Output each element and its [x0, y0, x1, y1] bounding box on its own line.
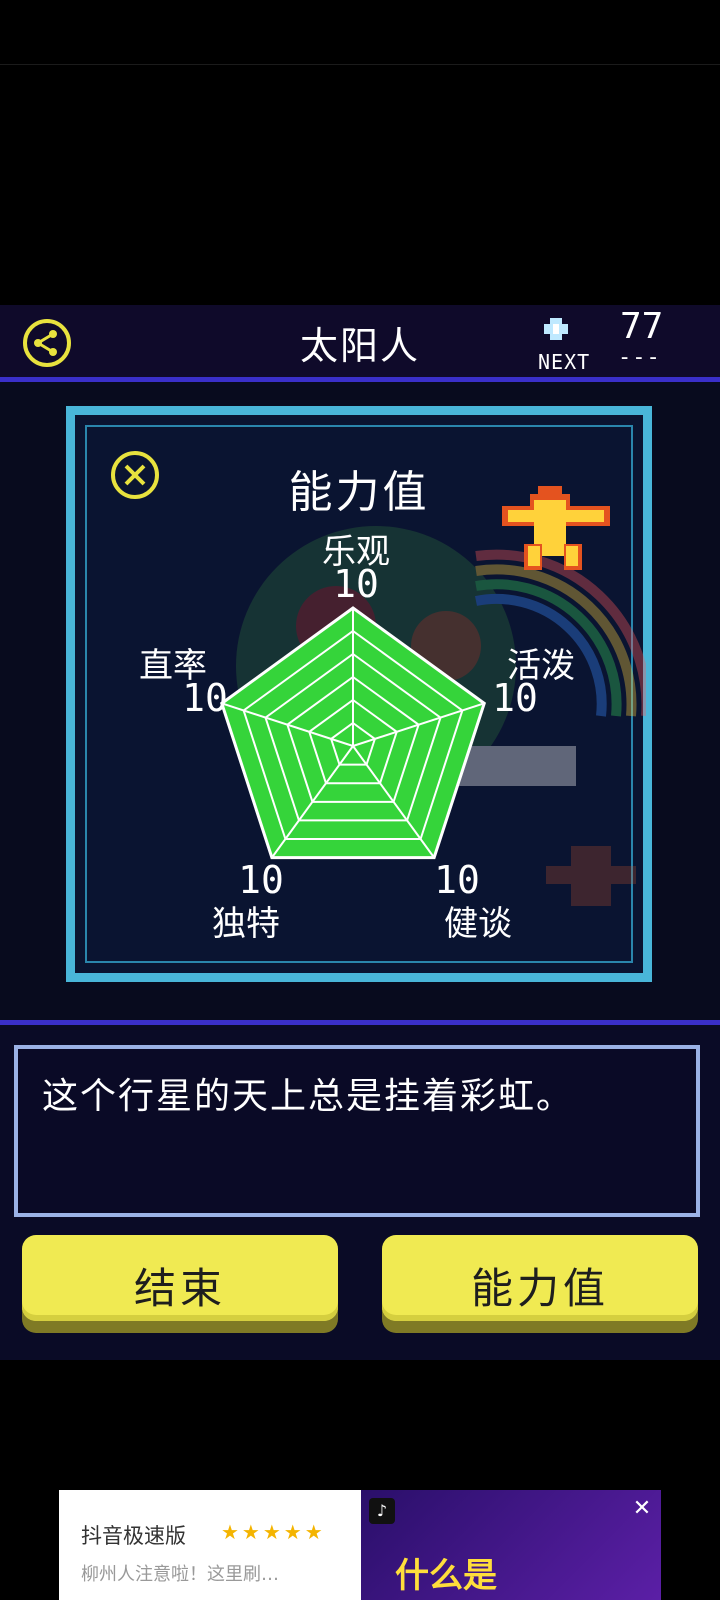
remaining-count: 77: [620, 306, 664, 347]
count-placeholder: ---: [618, 345, 661, 370]
ad-info: 抖音极速版 ★★★★★ 柳州人注意啦！这里刷…: [59, 1490, 361, 1600]
panel-title: 能力值: [288, 467, 430, 518]
ad-title: 抖音极速版: [81, 1524, 186, 1548]
faded-character: [546, 846, 636, 906]
next-label: NEXT: [538, 350, 591, 374]
ad-headline: 什么是: [395, 1556, 497, 1596]
sparkle-icon: [544, 318, 568, 340]
page-title: 太阳人: [299, 324, 420, 368]
ad-subtitle: 柳州人注意啦！这里刷…: [81, 1564, 279, 1585]
ability-button[interactable]: 能力值: [382, 1235, 698, 1335]
ad-banner[interactable]: 抖音极速版 ★★★★★ 柳州人注意啦！这里刷… ♪ 什么是 ✕: [59, 1490, 661, 1600]
end-button[interactable]: 结束: [22, 1235, 338, 1335]
ability-button-label: 能力值: [470, 1264, 609, 1313]
stat-label-unique: 独特: [212, 904, 280, 944]
description-text: 这个行星的天上总是挂着彩虹。: [42, 1076, 575, 1117]
status-divider: [0, 64, 720, 65]
stat-value-lively: 10: [492, 676, 538, 720]
ad-rating-stars: ★★★★★: [221, 1520, 326, 1544]
description-box: 这个行星的天上总是挂着彩虹。: [14, 1045, 700, 1217]
stat-value-optimistic: 10: [333, 562, 379, 606]
end-button-label: 结束: [133, 1264, 226, 1313]
stat-label-talkative: 健谈: [444, 904, 512, 944]
ability-panel: 能力值 乐观 10 活泼 10 直率 10 10 独特 10 健谈: [66, 406, 652, 984]
ad-image: ♪ 什么是 ✕: [361, 1490, 661, 1600]
tiktok-logo-icon: ♪: [369, 1498, 395, 1524]
stat-value-frank: 10: [182, 676, 228, 720]
ad-close-icon[interactable]: ✕: [631, 1498, 653, 1520]
